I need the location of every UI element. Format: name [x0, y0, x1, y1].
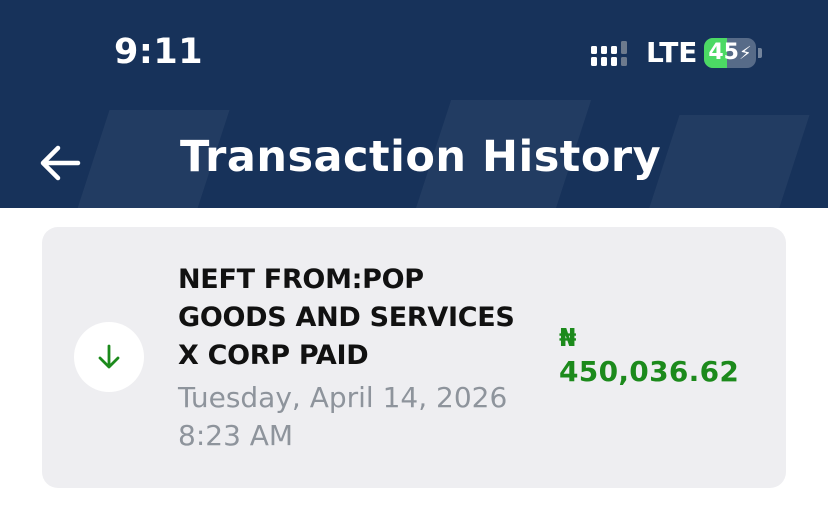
- currency-symbol: ₦: [559, 323, 577, 352]
- header-decoration: [640, 115, 810, 208]
- status-time: 9:11: [114, 32, 204, 72]
- credit-indicator: [74, 322, 144, 392]
- transaction-amount: 450,036.62: [559, 355, 740, 388]
- description-line: NEFT FROM:POP: [178, 264, 424, 295]
- back-button[interactable]: [38, 140, 84, 186]
- transaction-time: 8:23 AM: [178, 419, 294, 452]
- app-header: 9:11 LTE 45⚡ Transaction History: [0, 0, 828, 208]
- battery-icon: 45⚡: [704, 38, 762, 68]
- arrow-left-icon: [40, 145, 81, 181]
- description-line: X CORP PAID: [178, 340, 369, 371]
- battery-level-text: 45⚡: [708, 40, 752, 65]
- arrow-down-icon: [98, 344, 120, 369]
- signal-icon: [591, 41, 627, 66]
- transaction-card[interactable]: NEFT FROM:POP GOODS AND SERVICES X CORP …: [42, 227, 786, 488]
- page-title: Transaction History: [180, 132, 662, 182]
- transaction-datetime: Tuesday, April 14, 2026 8:23 AM: [178, 379, 558, 455]
- transaction-description: NEFT FROM:POP GOODS AND SERVICES X CORP …: [178, 261, 558, 375]
- network-type-label: LTE: [646, 36, 698, 69]
- transaction-date: Tuesday, April 14, 2026: [178, 381, 508, 414]
- description-line: GOODS AND SERVICES: [178, 302, 515, 333]
